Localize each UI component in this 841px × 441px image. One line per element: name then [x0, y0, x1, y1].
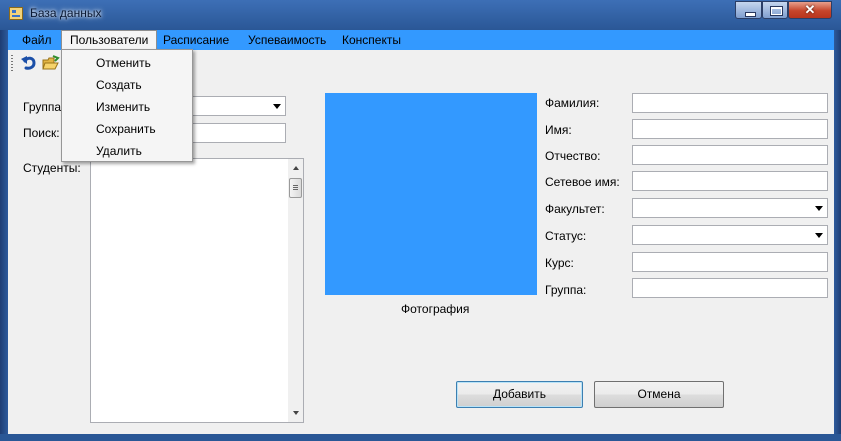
faculty-label: Факультет: [545, 202, 605, 216]
students-scrollbar[interactable] [288, 159, 303, 422]
network-name-label: Сетевое имя: [545, 175, 620, 189]
main-window: База данных ✕ Файл Пользователи Расписан… [0, 0, 841, 441]
students-label: Студенты: [23, 161, 81, 175]
undo-icon[interactable] [20, 54, 38, 72]
group-label: Группа [23, 100, 62, 114]
photo-caption: Фотография [401, 302, 470, 316]
menu-file[interactable]: Файл [14, 30, 60, 50]
scroll-thumb[interactable] [289, 178, 302, 198]
status-label: Статус: [545, 229, 587, 243]
window-frame-left [0, 30, 8, 441]
menu-bar: Файл Пользователи Расписание Успеваимост… [8, 30, 834, 50]
toolbar-grip[interactable] [11, 55, 13, 71]
open-folder-icon[interactable] [42, 54, 60, 72]
status-combobox[interactable] [632, 225, 828, 245]
lastname-label: Фамилия: [545, 96, 600, 110]
maximize-icon [770, 6, 783, 16]
group-field[interactable] [632, 278, 828, 298]
menu-performance[interactable]: Успеваимость [240, 30, 334, 50]
menu-item-save[interactable]: Сохранить [96, 122, 156, 136]
title-bar[interactable]: База данных ✕ [0, 0, 841, 28]
cancel-button[interactable]: Отмена [594, 381, 724, 408]
patronymic-field[interactable] [632, 145, 828, 165]
scroll-up-icon[interactable] [293, 166, 299, 170]
menu-item-create[interactable]: Создать [96, 78, 142, 92]
chevron-down-icon[interactable] [273, 104, 281, 109]
lastname-field[interactable] [632, 93, 828, 113]
students-listbox[interactable] [90, 158, 304, 423]
network-name-field[interactable] [632, 171, 828, 191]
menu-item-undo[interactable]: Отменить [96, 56, 151, 70]
add-button[interactable]: Добавить [456, 381, 583, 408]
menu-item-delete[interactable]: Удалить [96, 144, 142, 158]
firstname-field[interactable] [632, 119, 828, 139]
menu-item-edit[interactable]: Изменить [96, 100, 150, 114]
close-button[interactable]: ✕ [788, 1, 832, 19]
menu-users[interactable]: Пользователи [61, 30, 158, 50]
chevron-down-icon[interactable] [815, 233, 823, 238]
faculty-combobox[interactable] [632, 198, 828, 218]
window-frame-bottom [0, 434, 841, 441]
search-label: Поиск: [23, 126, 60, 140]
course-label: Курс: [545, 256, 574, 270]
patronymic-label: Отчество: [545, 149, 601, 163]
client-area: Файл Пользователи Расписание Успеваимост… [8, 30, 834, 434]
photo-placeholder [325, 93, 537, 295]
chevron-down-icon[interactable] [815, 206, 823, 211]
course-field[interactable] [632, 252, 828, 272]
group-field-label: Группа: [545, 283, 587, 297]
window-title: База данных [30, 6, 102, 20]
firstname-label: Имя: [545, 123, 572, 137]
minimize-button[interactable] [735, 1, 762, 19]
minimize-icon [745, 12, 756, 17]
users-menu-dropdown: Отменить Создать Изменить Сохранить Удал… [61, 49, 193, 162]
close-icon: ✕ [804, 2, 816, 17]
scroll-down-icon[interactable] [293, 411, 299, 415]
menu-schedule[interactable]: Расписание [155, 30, 237, 50]
maximize-button[interactable] [762, 1, 788, 19]
menu-notes[interactable]: Конспекты [334, 30, 409, 50]
window-frame-right [834, 30, 841, 441]
database-app-icon[interactable] [9, 7, 23, 20]
